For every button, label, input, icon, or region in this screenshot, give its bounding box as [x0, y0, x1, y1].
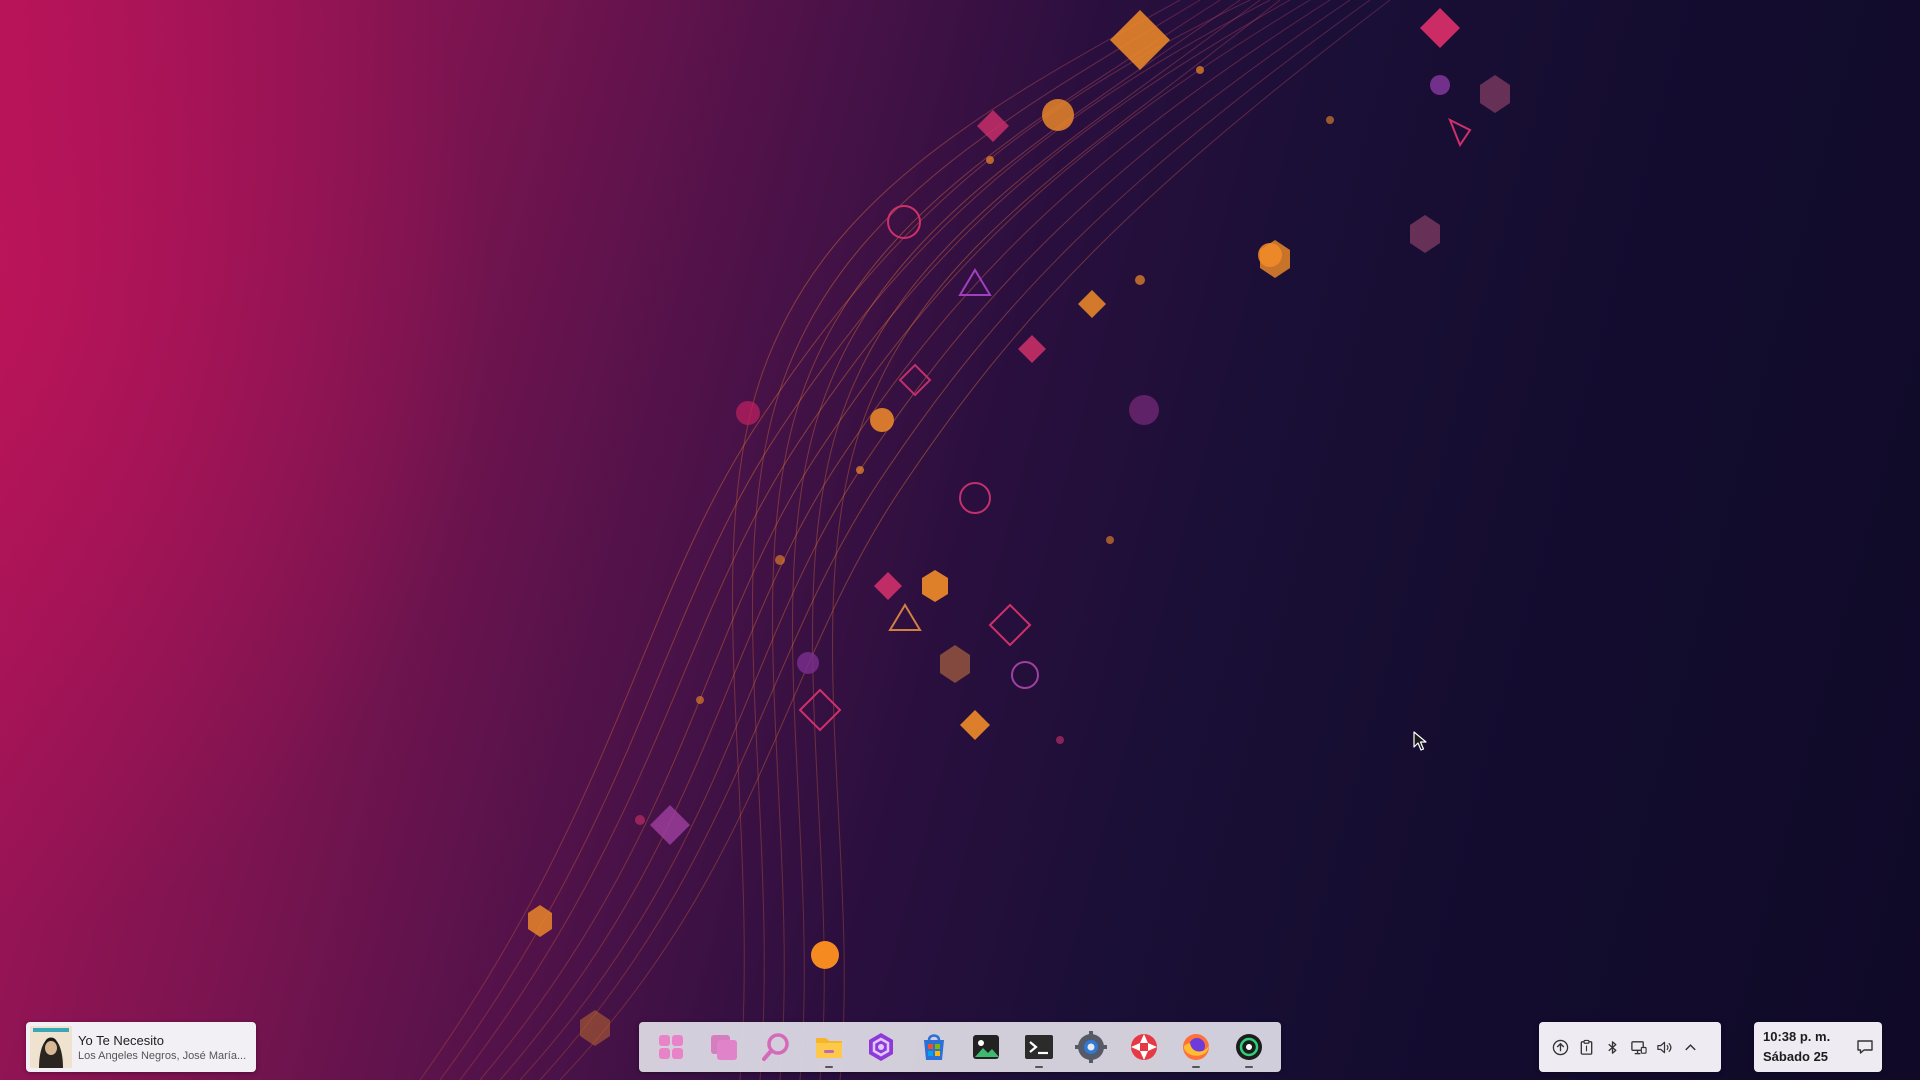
clock-widget[interactable]: 10:38 p. m. Sábado 25	[1754, 1022, 1882, 1072]
wallpaper	[419, 0, 1510, 1080]
window-overview-icon	[710, 1035, 737, 1060]
file-manager-icon	[815, 1038, 842, 1058]
chevron-up-icon[interactable]	[1681, 1038, 1699, 1056]
updates-icon[interactable]	[1551, 1038, 1569, 1056]
bluetooth-icon[interactable]	[1603, 1038, 1621, 1056]
running-indicator	[1244, 1066, 1253, 1068]
track-artist: Los Angeles Negros, José María...	[78, 1049, 247, 1062]
window-overview-button[interactable]	[704, 1025, 744, 1069]
notifications-icon	[1857, 1040, 1873, 1054]
album-art	[30, 1026, 72, 1068]
image-viewer-button[interactable]	[966, 1025, 1006, 1069]
running-indicator	[1034, 1066, 1043, 1068]
terminal-icon	[1024, 1035, 1053, 1059]
clipboard-icon[interactable]	[1577, 1038, 1595, 1056]
music-player-icon	[1235, 1034, 1262, 1060]
terminal-button[interactable]	[1019, 1025, 1059, 1069]
running-indicator	[1192, 1066, 1201, 1068]
search-icon	[762, 1033, 789, 1061]
system-tray	[1539, 1022, 1721, 1072]
settings-icon	[1075, 1031, 1108, 1063]
firefox-icon	[1183, 1034, 1210, 1060]
lifebuoy-app-button[interactable]	[1124, 1025, 1164, 1069]
mouse-cursor-icon	[1413, 731, 1427, 751]
image-viewer-icon	[973, 1035, 1000, 1059]
hexagon-app-icon	[869, 1033, 894, 1061]
volume-icon[interactable]	[1655, 1038, 1673, 1056]
file-manager-button[interactable]	[809, 1025, 849, 1069]
track-title: Yo Te Necesito	[78, 1032, 165, 1048]
running-indicator	[824, 1066, 833, 1068]
app-store-icon	[923, 1034, 944, 1060]
lifebuoy-app-icon	[1130, 1034, 1157, 1060]
hexagon-app-button[interactable]	[861, 1025, 901, 1069]
settings-button[interactable]	[1071, 1025, 1111, 1069]
media-player-widget[interactable]: Yo Te Necesito Los Angeles Negros, José …	[26, 1022, 256, 1072]
app-launcher-icon	[659, 1035, 683, 1059]
music-player-button[interactable]	[1229, 1025, 1269, 1069]
app-launcher-button[interactable]	[651, 1025, 691, 1069]
app-store-button[interactable]	[914, 1025, 954, 1069]
firefox-button[interactable]	[1176, 1025, 1216, 1069]
dock	[639, 1022, 1281, 1072]
desktop[interactable]: Yo Te Necesito Los Angeles Negros, José …	[0, 0, 1920, 1080]
network-icon[interactable]	[1629, 1038, 1647, 1056]
notifications-button[interactable]	[1856, 1038, 1874, 1056]
search-button[interactable]	[756, 1025, 796, 1069]
